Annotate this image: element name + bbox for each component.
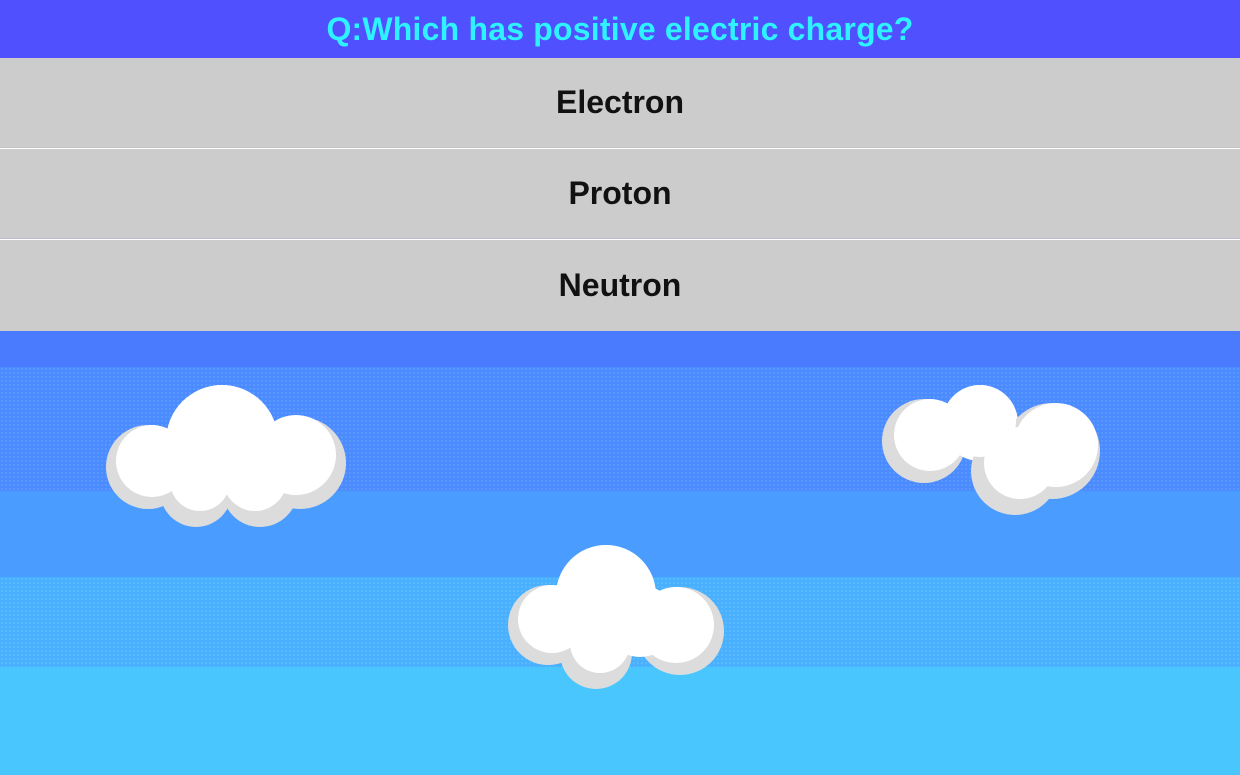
cloud — [882, 385, 1100, 515]
sky-background — [0, 331, 1240, 775]
answer-label: Electron — [555, 84, 685, 120]
question-bar: Q:Which has positive electric charge? — [0, 0, 1240, 58]
clouds-layer — [106, 385, 1100, 689]
answer-label: Neutron — [558, 267, 682, 303]
cloud — [106, 385, 346, 527]
cloud — [508, 545, 724, 689]
answer-label: Proton — [568, 175, 672, 211]
answer-button-neutron[interactable]: Neutron — [0, 240, 1240, 331]
answer-button-proton[interactable]: Proton — [0, 149, 1240, 239]
question-text: Q:Which has positive electric charge? — [326, 10, 914, 47]
answer-button-electron[interactable]: Electron — [0, 58, 1240, 148]
quiz-game-screen: Q:Which has positive electric charge? El… — [0, 0, 1240, 775]
